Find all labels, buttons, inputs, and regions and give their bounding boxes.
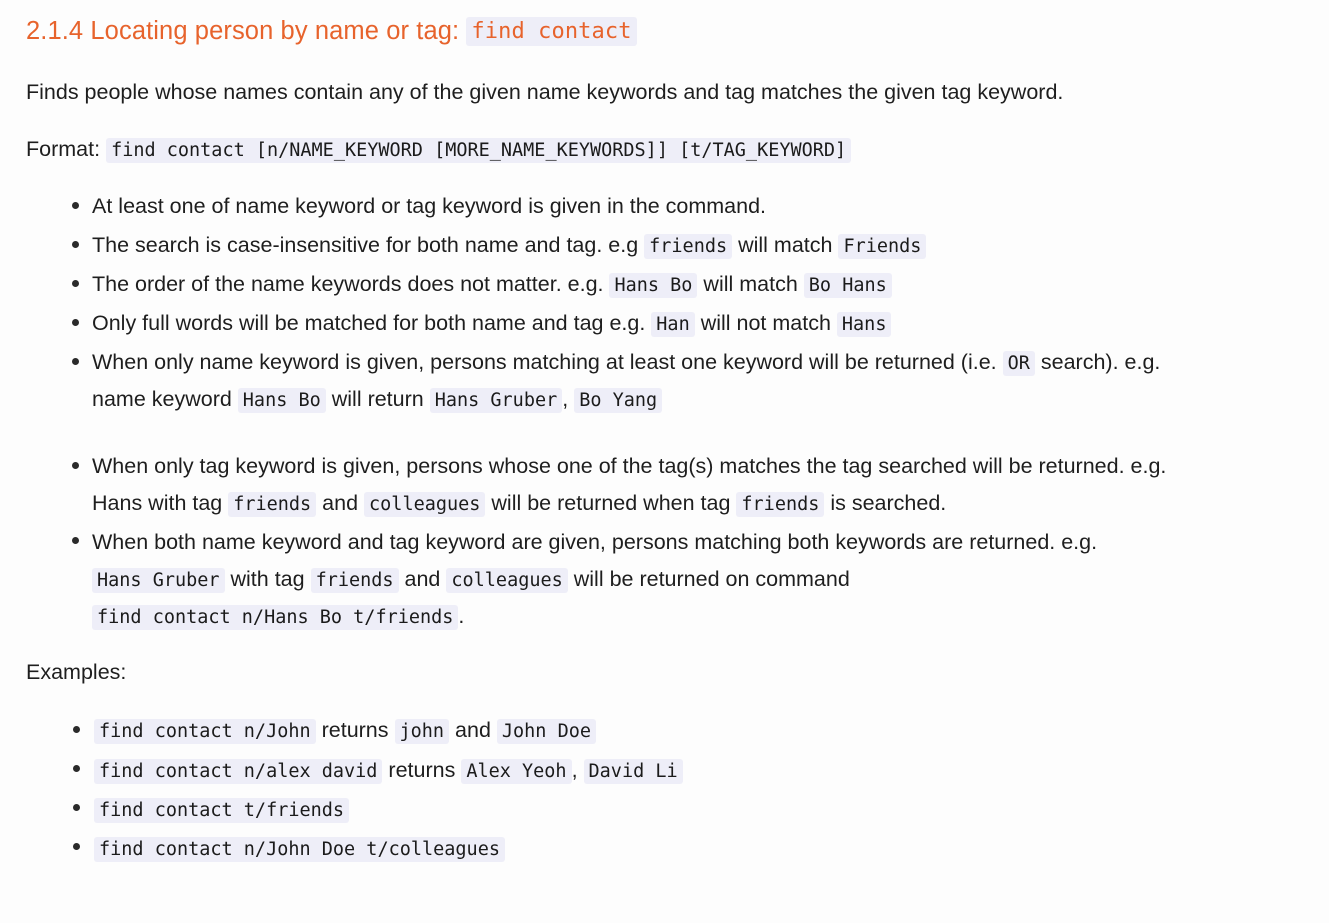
format-label: Format: [26, 136, 101, 161]
inline-text: The search is case-insensitive for both … [92, 233, 645, 258]
inline-code: find contact n/John [94, 719, 316, 745]
rule-at-least-one: At least one of name keyword or tag keyw… [72, 188, 1202, 225]
inline-code: colleagues [446, 568, 568, 594]
inline-code: colleagues [364, 492, 486, 518]
inline-code: John Doe [496, 719, 596, 745]
inline-text: When both name keyword and tag keyword a… [92, 530, 1098, 555]
inline-text: returns [315, 718, 395, 743]
inline-code: friends [310, 568, 399, 594]
inline-code: Hans Gruber [429, 388, 563, 414]
inline-code: find contact n/Hans Bo t/friends [92, 605, 459, 631]
rule-both-keywords: When both name keyword and tag keyword a… [72, 524, 1202, 635]
rule-name-keyword-only: When only name keyword is given, persons… [72, 344, 1202, 418]
inline-text: will match [732, 233, 839, 258]
inline-text: , [562, 387, 575, 412]
examples-label: Examples: [26, 660, 127, 685]
rule-full-words-only: Only full words will be matched for both… [72, 305, 1202, 342]
inline-code: find contact t/friends [94, 797, 350, 823]
inline-code: Bo Hans [803, 273, 892, 299]
inline-code: Hans [836, 312, 892, 338]
examples-list: find contact n/John returns john and Joh… [26, 711, 1303, 867]
format-line: Format: find contact [n/NAME_KEYWORD [MO… [26, 132, 1303, 166]
inline-text: When only name keyword is given, persons… [92, 350, 1003, 375]
inline-text: will be returned when tag [485, 491, 737, 516]
inline-code: Alex Yeoh [461, 758, 572, 784]
inline-text: will return [325, 387, 430, 412]
example-find-john-doe-colleagues: find contact n/John Doe t/colleagues [73, 829, 1303, 867]
inline-code: Hans Bo [237, 388, 326, 414]
inline-text: , [571, 757, 584, 782]
rules-list: At least one of name keyword or tag keyw… [26, 188, 1202, 635]
rule-tag-keyword-only: When only tag keyword is given, persons … [72, 448, 1202, 522]
document-page: 2.1.4 Locating person by name or tag: fi… [0, 0, 1329, 867]
page-title: 2.1.4 Locating person by name or tag: fi… [26, 16, 1303, 48]
page-title-text: 2.1.4 Locating person by name or tag: [26, 17, 460, 45]
inline-code: OR [1002, 351, 1035, 377]
example-find-john: find contact n/John returns john and Joh… [73, 711, 1303, 749]
inline-text: and [449, 718, 497, 743]
inline-code: Friends [838, 234, 927, 260]
inline-text: and [398, 567, 447, 592]
inline-code: find contact n/alex david [94, 758, 383, 784]
rule-case-insensitive: The search is case-insensitive for both … [72, 227, 1202, 264]
inline-text: will be returned on command [567, 567, 850, 592]
inline-code: friends [736, 492, 825, 518]
description-paragraph: Finds people whose names contain any of … [26, 79, 1064, 104]
inline-text: will not match [694, 311, 837, 336]
format-code: find contact [n/NAME_KEYWORD [MORE_NAME_… [106, 137, 852, 163]
inline-code: Bo Yang [574, 388, 663, 414]
inline-text: and [316, 491, 365, 516]
inline-code: Han [651, 312, 695, 338]
inline-code: David Li [583, 758, 683, 784]
inline-text: . [458, 604, 465, 629]
inline-text: The order of the name keywords does not … [92, 272, 610, 297]
inline-code: find contact n/John Doe t/colleagues [94, 837, 505, 863]
inline-text: At least one of name keyword or tag keyw… [92, 194, 767, 219]
inline-text: Only full words will be matched for both… [92, 311, 652, 336]
inline-code: Hans Gruber [92, 568, 225, 594]
inline-code: Hans Bo [609, 273, 698, 299]
inline-code: friends [228, 492, 317, 518]
inline-text: is searched. [824, 491, 947, 516]
inline-code: friends [644, 234, 733, 260]
inline-code: john [394, 719, 450, 745]
example-find-alex-david: find contact n/alex david returns Alex Y… [73, 751, 1303, 789]
page-title-command-code: find contact [466, 17, 637, 46]
example-find-tag-friends: find contact t/friends [73, 790, 1303, 828]
inline-text: returns [382, 757, 462, 782]
rule-order-does-not-matter: The order of the name keywords does not … [72, 266, 1202, 303]
inline-text: with tag [224, 567, 311, 592]
inline-text: will match [697, 272, 804, 297]
